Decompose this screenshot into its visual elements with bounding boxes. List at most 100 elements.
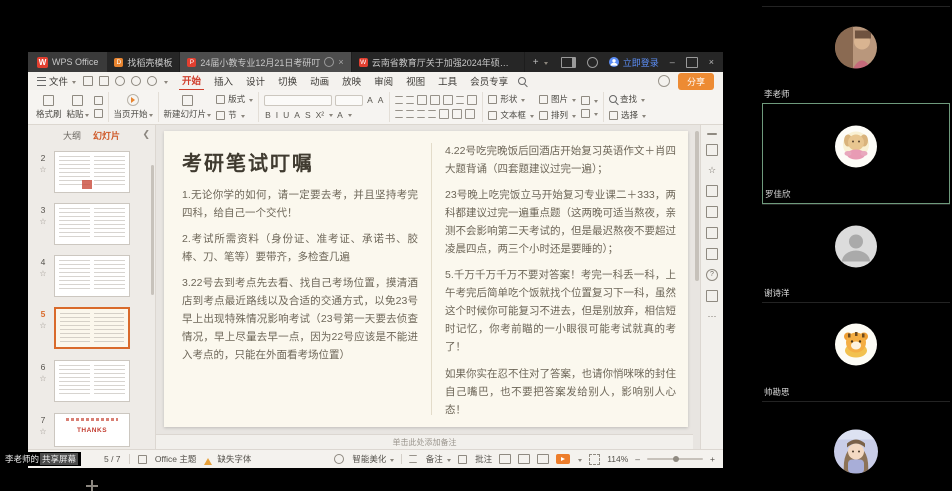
properties-icon[interactable] bbox=[706, 144, 718, 156]
decrease-font-icon[interactable]: A bbox=[377, 95, 385, 105]
close-tab-icon[interactable]: × bbox=[338, 57, 343, 67]
feedback-smiley-icon[interactable] bbox=[658, 75, 670, 87]
settings-gear-icon[interactable] bbox=[587, 57, 598, 68]
menu-tab-animation[interactable]: 动画 bbox=[307, 72, 332, 90]
reading-view-icon[interactable] bbox=[537, 454, 549, 464]
normal-view-icon[interactable] bbox=[499, 454, 511, 464]
participant-tile[interactable]: 帅勘思 bbox=[762, 302, 950, 401]
format-painter-button[interactable]: 格式刷 bbox=[36, 95, 62, 120]
design-tools-icon[interactable] bbox=[706, 227, 718, 239]
redo-icon[interactable] bbox=[147, 76, 157, 86]
preview-icon[interactable] bbox=[115, 76, 125, 86]
tab-active-presentation[interactable]: P 24届小教专业12月21日考研叮 × bbox=[180, 52, 351, 72]
paragraph-settings-icon[interactable] bbox=[465, 109, 475, 119]
participant-tile-active-speaker[interactable]: 罗佳欣 bbox=[762, 103, 950, 204]
placeholder-button[interactable] bbox=[581, 109, 598, 118]
smart-beautify-button[interactable]: 智能美化 bbox=[334, 453, 394, 465]
cut-scissors-icon[interactable] bbox=[94, 96, 103, 105]
align-left-icon[interactable] bbox=[395, 110, 403, 118]
arrange-button[interactable]: 排列 bbox=[539, 109, 576, 121]
resources-icon[interactable] bbox=[706, 290, 718, 302]
find-button[interactable]: 查找 bbox=[609, 93, 646, 105]
save-icon[interactable] bbox=[83, 76, 93, 86]
favorites-star-icon[interactable]: ☆ bbox=[708, 165, 716, 176]
copy-icon[interactable] bbox=[94, 109, 103, 118]
collapse-panel-icon[interactable]: ❮ bbox=[142, 129, 150, 140]
zoom-level[interactable]: 114% bbox=[607, 454, 628, 464]
current-slide[interactable]: 考研笔试叮嘱 1.无论你学的如何，请一定要去考，并且坚持考完四科，给自己一个交代… bbox=[164, 131, 688, 427]
slide-thumbnail[interactable]: THANKS bbox=[54, 413, 130, 447]
font-color-button[interactable]: A bbox=[336, 110, 344, 120]
tab-docer-template[interactable]: D 找稻壳模板 bbox=[107, 52, 180, 72]
indent-increase-icon[interactable] bbox=[430, 95, 440, 105]
main-scrollbar[interactable] bbox=[695, 131, 699, 281]
shadow-button[interactable]: A bbox=[293, 110, 301, 120]
login-button[interactable]: 立即登录 bbox=[609, 56, 659, 69]
participant-tile[interactable]: 谢诗洋 bbox=[762, 204, 950, 302]
numbered-list-icon[interactable] bbox=[406, 96, 414, 104]
font-size-combobox[interactable] bbox=[335, 95, 363, 106]
more-icon[interactable]: ··· bbox=[708, 311, 717, 321]
menu-tab-transition[interactable]: 切换 bbox=[275, 72, 300, 90]
split-view-icon[interactable] bbox=[561, 57, 576, 68]
share-button[interactable]: 分享 bbox=[678, 73, 714, 90]
close-window-icon[interactable]: × bbox=[709, 57, 714, 67]
menu-tab-tools[interactable]: 工具 bbox=[435, 72, 460, 90]
chevron-down-icon[interactable] bbox=[578, 459, 582, 464]
picture-button[interactable]: 图片 bbox=[539, 93, 576, 105]
tab-slides[interactable]: 幻灯片 bbox=[93, 129, 120, 142]
minimize-icon[interactable]: – bbox=[670, 57, 675, 67]
wordart-button[interactable] bbox=[581, 96, 598, 105]
superscript-button[interactable]: X² bbox=[315, 110, 326, 120]
file-menu[interactable]: 文件 bbox=[37, 74, 76, 88]
zoom-out-icon[interactable]: – bbox=[635, 454, 640, 464]
slide-thumbnail[interactable] bbox=[54, 151, 130, 193]
slide-thumbnail[interactable] bbox=[54, 360, 130, 402]
align-right-icon[interactable] bbox=[417, 110, 425, 118]
zoom-slider-knob[interactable] bbox=[673, 456, 679, 462]
zoom-slider[interactable] bbox=[647, 458, 703, 460]
zoom-in-icon[interactable]: + bbox=[710, 454, 715, 464]
shapes-button[interactable]: 形状 bbox=[488, 93, 534, 105]
layout-button[interactable]: 版式 bbox=[216, 93, 253, 105]
new-slide-button[interactable]: 新建幻灯片 bbox=[164, 95, 212, 120]
smart-typeset-icon[interactable] bbox=[467, 95, 477, 105]
print-icon[interactable] bbox=[99, 76, 109, 86]
participant-tile[interactable] bbox=[762, 401, 950, 491]
menu-tab-review[interactable]: 审阅 bbox=[371, 72, 396, 90]
columns-icon[interactable] bbox=[439, 109, 449, 119]
chevron-down-icon[interactable] bbox=[164, 81, 168, 86]
file-assistant-icon[interactable] bbox=[706, 185, 718, 197]
section-button[interactable]: 节 bbox=[216, 109, 253, 121]
increase-font-icon[interactable]: A bbox=[366, 95, 374, 105]
collapse-strip-icon[interactable] bbox=[707, 133, 717, 135]
new-tab-button[interactable]: + bbox=[525, 52, 556, 72]
list-level-icon[interactable] bbox=[452, 109, 462, 119]
play-from-current-button[interactable]: 当页开始 bbox=[114, 94, 153, 120]
paste-button[interactable]: 粘贴 bbox=[67, 95, 89, 120]
notes-button[interactable]: 备注 bbox=[409, 453, 450, 465]
slide-thumbnail[interactable] bbox=[54, 203, 130, 245]
comments-button[interactable]: 批注 bbox=[458, 453, 492, 465]
undo-icon[interactable] bbox=[131, 76, 141, 86]
indent-decrease-icon[interactable] bbox=[417, 95, 427, 105]
notes-placeholder[interactable]: 单击此处添加备注 bbox=[156, 434, 693, 449]
slide-thumbnail-selected[interactable] bbox=[54, 307, 130, 349]
add-slide-button[interactable] bbox=[86, 480, 98, 491]
select-button[interactable]: 选择 bbox=[609, 109, 646, 121]
theme-button[interactable]: Office 主题 bbox=[138, 453, 197, 465]
strikethrough-button[interactable]: S bbox=[304, 110, 312, 120]
help-icon[interactable]: ? bbox=[706, 269, 718, 281]
font-name-combobox[interactable] bbox=[264, 95, 332, 106]
line-spacing-icon[interactable] bbox=[456, 96, 464, 104]
tab-outline[interactable]: 大纲 bbox=[63, 129, 81, 142]
search-icon[interactable] bbox=[518, 77, 526, 85]
menu-tab-home[interactable]: 开始 bbox=[179, 71, 204, 91]
panel-scrollbar[interactable] bbox=[151, 165, 154, 295]
slide-sorter-view-icon[interactable] bbox=[518, 454, 530, 464]
bold-button[interactable]: B bbox=[264, 110, 272, 120]
textbox-button[interactable]: 文本框 bbox=[488, 109, 534, 121]
underline-button[interactable]: U bbox=[282, 110, 290, 120]
restore-icon[interactable] bbox=[686, 57, 698, 68]
menu-tab-insert[interactable]: 插入 bbox=[211, 72, 236, 90]
